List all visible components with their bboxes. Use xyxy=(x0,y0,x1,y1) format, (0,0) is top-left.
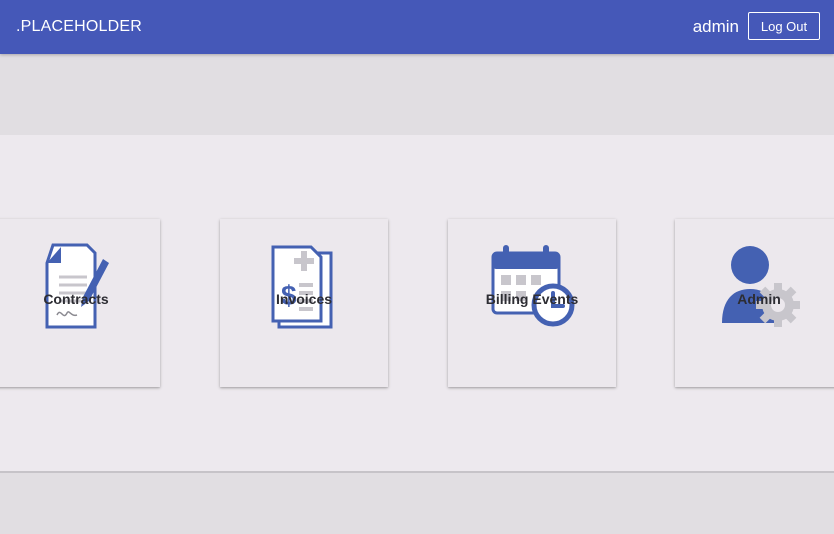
calendar-clock-icon xyxy=(448,237,616,333)
tile-label: Invoices xyxy=(275,291,333,307)
tile-label: Billing Events xyxy=(485,291,579,307)
admin-user-gear-icon xyxy=(675,237,834,333)
tile-invoices[interactable]: $ Invoices xyxy=(220,219,388,387)
top-bar: .PLACEHOLDER admin Log Out xyxy=(0,0,834,54)
tile-admin[interactable]: Admin xyxy=(675,219,834,387)
current-user: admin xyxy=(692,17,739,36)
dashboard-panel: Contracts $ Invoices Billing Events Admi… xyxy=(0,135,834,473)
brand-logo[interactable]: .PLACEHOLDER xyxy=(16,18,142,36)
invoice-icon: $ xyxy=(220,237,388,333)
contract-icon xyxy=(0,237,160,333)
tile-label: Contracts xyxy=(43,291,109,307)
tile-contracts[interactable]: Contracts xyxy=(0,219,160,387)
tile-billing-events[interactable]: Billing Events xyxy=(448,219,616,387)
logout-button[interactable]: Log Out xyxy=(748,12,820,40)
tile-label: Admin xyxy=(737,291,781,307)
